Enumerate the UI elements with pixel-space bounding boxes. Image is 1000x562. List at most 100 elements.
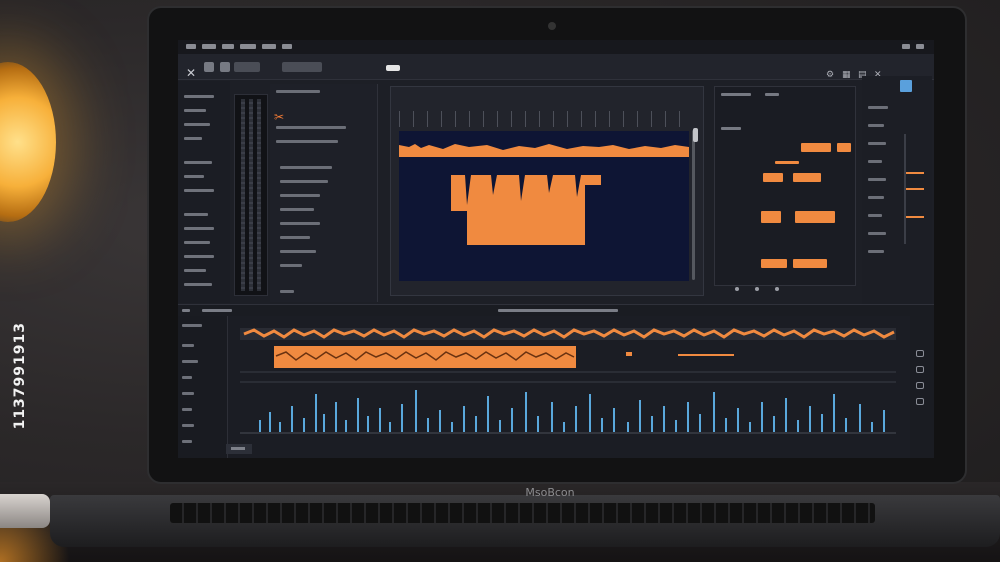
inspector-item[interactable] bbox=[868, 124, 884, 127]
menu-item[interactable] bbox=[240, 44, 256, 49]
grid-icon[interactable]: ▦ bbox=[842, 70, 851, 80]
toolbar: ✕ ⚙ ▦ ▤ ✕ bbox=[178, 54, 934, 80]
toolbar-button[interactable] bbox=[282, 62, 322, 72]
inspector-item[interactable] bbox=[868, 178, 886, 181]
mixer-level-cell[interactable] bbox=[801, 143, 831, 152]
menu-bar bbox=[178, 40, 934, 54]
menu-item[interactable] bbox=[186, 44, 196, 49]
timeline-tracks bbox=[240, 322, 900, 442]
mixer-label bbox=[721, 93, 751, 96]
search-pill[interactable] bbox=[386, 65, 400, 71]
browser-item[interactable] bbox=[276, 90, 320, 93]
menu-item[interactable] bbox=[262, 44, 276, 49]
window-control-icon[interactable] bbox=[902, 44, 910, 49]
blue-square-icon[interactable] bbox=[900, 80, 912, 92]
toolbar-button[interactable] bbox=[234, 62, 260, 72]
browser-item[interactable] bbox=[280, 290, 294, 293]
scissors-icon[interactable]: ✂ bbox=[274, 110, 284, 124]
browser-item[interactable] bbox=[276, 140, 338, 143]
inspector-item[interactable] bbox=[868, 232, 886, 235]
mixer-knob[interactable] bbox=[775, 287, 779, 291]
preview-scrollbar[interactable] bbox=[692, 130, 695, 280]
window-control-icon[interactable] bbox=[916, 44, 924, 49]
stock-image-id: 1137991913 bbox=[12, 322, 28, 430]
sidebar-item[interactable] bbox=[184, 161, 212, 164]
mixer-level-cell[interactable] bbox=[793, 259, 827, 268]
browser-item[interactable] bbox=[280, 250, 316, 253]
toolbar-button[interactable] bbox=[204, 62, 214, 72]
tool-button[interactable] bbox=[916, 350, 924, 357]
gear-icon[interactable]: ⚙ bbox=[826, 70, 834, 80]
mixer-level-cell[interactable] bbox=[775, 161, 799, 164]
track-header-item[interactable] bbox=[182, 440, 192, 443]
preview-scrollbar-thumb[interactable] bbox=[693, 128, 698, 142]
mixer-level-cell[interactable] bbox=[793, 173, 821, 182]
browser-item[interactable] bbox=[280, 194, 320, 197]
sidebar-item[interactable] bbox=[184, 227, 214, 230]
track-header-item[interactable] bbox=[182, 424, 194, 427]
orange-clip bbox=[274, 346, 734, 368]
mixer-knob[interactable] bbox=[735, 287, 739, 291]
tool-button[interactable] bbox=[916, 366, 924, 373]
sidebar-item[interactable] bbox=[184, 137, 202, 140]
sidebar-item[interactable] bbox=[184, 109, 206, 112]
mixer-level-cell[interactable] bbox=[761, 259, 787, 268]
browser-item[interactable] bbox=[280, 208, 314, 211]
sidebar-item[interactable] bbox=[184, 189, 214, 192]
mixer-level-cell[interactable] bbox=[837, 143, 851, 152]
laptop-keyboard bbox=[170, 503, 875, 523]
project-sidebar bbox=[178, 81, 230, 303]
mixer-knob[interactable] bbox=[755, 287, 759, 291]
menu-item[interactable] bbox=[222, 44, 234, 49]
track-header-item[interactable] bbox=[182, 344, 194, 347]
laptop-screen: ✕ ⚙ ▦ ▤ ✕ ✂ bbox=[178, 40, 934, 458]
inspector-item[interactable] bbox=[868, 250, 884, 253]
track-headers bbox=[178, 316, 228, 458]
fader-mark bbox=[906, 216, 924, 218]
inspector-item[interactable] bbox=[868, 214, 882, 217]
toolbar-button[interactable] bbox=[220, 62, 230, 72]
sidebar-item[interactable] bbox=[184, 269, 206, 272]
track-header-item[interactable] bbox=[182, 360, 198, 363]
mixer-label bbox=[721, 127, 741, 130]
mixer-level-cell[interactable] bbox=[761, 211, 781, 223]
browser-item[interactable] bbox=[280, 180, 328, 183]
waveform-preview-panel bbox=[390, 86, 704, 296]
sidebar-item[interactable] bbox=[184, 95, 214, 98]
webcam bbox=[548, 22, 556, 30]
mixer-level-cell[interactable] bbox=[795, 211, 835, 223]
sidebar-item[interactable] bbox=[184, 213, 208, 216]
menu-item[interactable] bbox=[202, 44, 216, 49]
inspector-item[interactable] bbox=[868, 106, 888, 109]
bottom-tab[interactable] bbox=[226, 444, 252, 454]
transport-label bbox=[498, 309, 618, 312]
blue-waveform-track bbox=[259, 390, 885, 432]
sidebar-item[interactable] bbox=[184, 255, 214, 258]
browser-item[interactable] bbox=[280, 264, 302, 267]
sidebar-item[interactable] bbox=[184, 241, 210, 244]
timeline-waveforms bbox=[240, 328, 896, 434]
browser-item[interactable] bbox=[280, 222, 320, 225]
track-header-item[interactable] bbox=[182, 408, 192, 411]
sidebar-item[interactable] bbox=[184, 283, 212, 286]
media-browser bbox=[270, 84, 378, 302]
sidebar-item[interactable] bbox=[184, 175, 204, 178]
mixer-level-cell[interactable] bbox=[763, 173, 783, 182]
preview-canvas bbox=[399, 131, 689, 281]
tool-button[interactable] bbox=[916, 398, 924, 405]
track-header-item[interactable] bbox=[182, 324, 202, 327]
app-logo-icon: ✕ bbox=[186, 66, 197, 80]
fader-mark bbox=[906, 172, 924, 174]
inspector-item[interactable] bbox=[868, 142, 886, 145]
browser-item[interactable] bbox=[280, 236, 310, 239]
menu-item[interactable] bbox=[282, 44, 292, 49]
track-header-item[interactable] bbox=[182, 376, 192, 379]
tool-button[interactable] bbox=[916, 382, 924, 389]
mixer-label bbox=[765, 93, 779, 96]
browser-item[interactable] bbox=[276, 126, 346, 129]
inspector-item[interactable] bbox=[868, 196, 884, 199]
browser-item[interactable] bbox=[280, 166, 332, 169]
inspector-item[interactable] bbox=[868, 160, 882, 163]
track-header-item[interactable] bbox=[182, 392, 194, 395]
sidebar-item[interactable] bbox=[184, 123, 210, 126]
